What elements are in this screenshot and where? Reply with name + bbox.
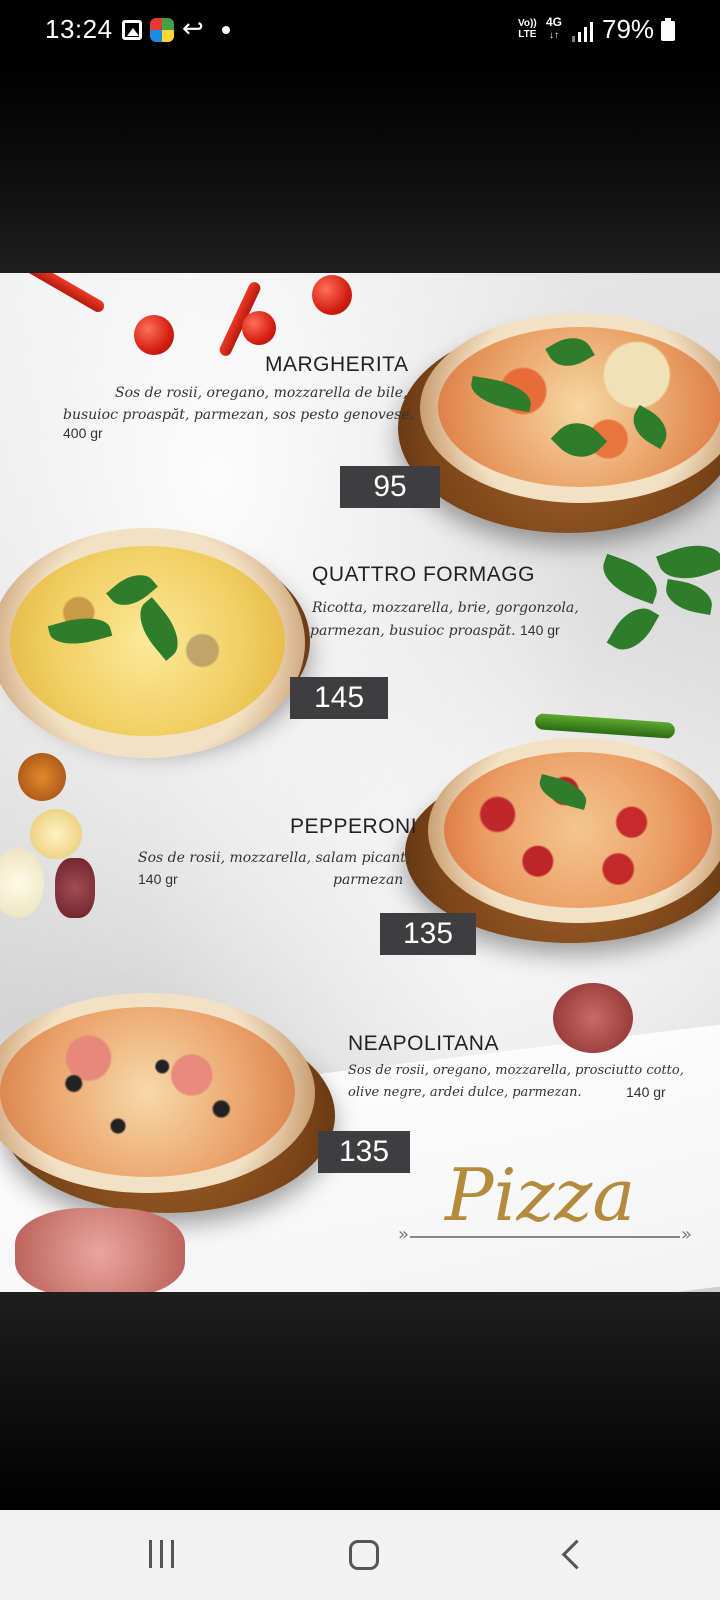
item-description-line-1: Ricotta, mozzarella, brie, gorgonzola, [312, 600, 579, 616]
item-name-quattro-formagg: QUATTRO FORMAGG [312, 563, 535, 586]
basil-leaf [606, 599, 660, 659]
basil-leaf [596, 553, 664, 605]
item-price-margherita: 95 [340, 466, 440, 508]
gallery-icon [122, 20, 142, 40]
call-icon: ↩ [182, 13, 204, 43]
status-bar: 13:24 ↩ Vo)) LTE 4G ↓↑ 79% [0, 0, 720, 64]
home-button[interactable] [349, 1540, 379, 1570]
item-name-margherita: MARGHERITA [265, 353, 409, 376]
lte-icon: Vo)) LTE [518, 18, 537, 40]
back-button[interactable] [560, 1540, 582, 1570]
item-description-line-2: olive negre, ardei dulce, parmezan. [348, 1085, 582, 1100]
recents-button[interactable] [149, 1540, 177, 1568]
cherry-tomato [242, 311, 276, 345]
pizza-menu-image[interactable]: MARGHERITA Sos de rosii, oregano, mozzar… [0, 273, 720, 1292]
item-description-line-2: busuioc proaspăt, parmezan, sos pesto ge… [63, 407, 415, 423]
pepperoni-pizza-image [428, 738, 720, 923]
item-description-line-2: parmezan [333, 872, 404, 888]
signal-icon [572, 22, 594, 42]
cherry-tomato [312, 275, 352, 315]
chili-pepper [13, 273, 107, 315]
margherita-pizza-image [420, 313, 720, 503]
navigation-bar [0, 1510, 720, 1600]
data-arrows-label: ↓↑ [549, 30, 559, 41]
lte-top-label: Vo)) [518, 18, 537, 29]
cheese-wheel [30, 809, 82, 859]
item-weight: 140 gr [138, 871, 178, 887]
basil-leaf [656, 535, 720, 589]
status-time: 13:24 [45, 14, 113, 44]
battery-percent: 79% [602, 14, 655, 44]
4g-label: 4G [546, 15, 563, 29]
grapes [55, 858, 95, 918]
quattro-formaggi-pizza-image [0, 528, 305, 758]
image-viewer-top-area [0, 64, 720, 273]
prosciutto-decor [15, 1208, 185, 1292]
phone-screen: 13:24 ↩ Vo)) LTE 4G ↓↑ 79% MARGHERITA So… [0, 0, 720, 1600]
item-price-pepperoni: 135 [380, 913, 476, 955]
image-viewer-bottom-area [0, 1292, 720, 1510]
item-price-neapolitana: 135 [318, 1131, 410, 1173]
battery-icon [661, 18, 675, 41]
item-description-line-1: Sos de rosii, mozzarella, salam picant, [138, 850, 411, 866]
item-description-line-1: Sos de rosii, oregano, mozzarella de bil… [115, 385, 408, 401]
item-price-quattro-formagg: 145 [290, 677, 388, 719]
basil-leaf [662, 579, 716, 615]
item-weight: 140 gr [520, 622, 560, 638]
item-name-pepperoni: PEPPERONI [290, 815, 418, 838]
item-weight: 140 gr [626, 1084, 666, 1100]
item-description-line-2: parmezan, busuioc proaspăt. [310, 623, 516, 639]
green-chili [534, 713, 676, 739]
4g-icon: 4G ↓↑ [546, 16, 562, 42]
cherry-tomato [134, 315, 174, 355]
item-name-neapolitana: NEAPOLITANA [348, 1032, 499, 1055]
menu-heading: Pizza [445, 1153, 636, 1237]
salami-slices [553, 983, 633, 1053]
lte-bottom-label: LTE [518, 29, 537, 40]
cheese-wheel [0, 848, 44, 918]
notification-dot [222, 26, 230, 34]
app-icon [150, 18, 174, 42]
item-weight: 400 gr [63, 425, 103, 441]
item-description-line-1: Sos de rosii, oregano, mozzarella, prosc… [348, 1063, 684, 1078]
honey-bowl [18, 753, 66, 801]
heading-underline [398, 1224, 692, 1245]
